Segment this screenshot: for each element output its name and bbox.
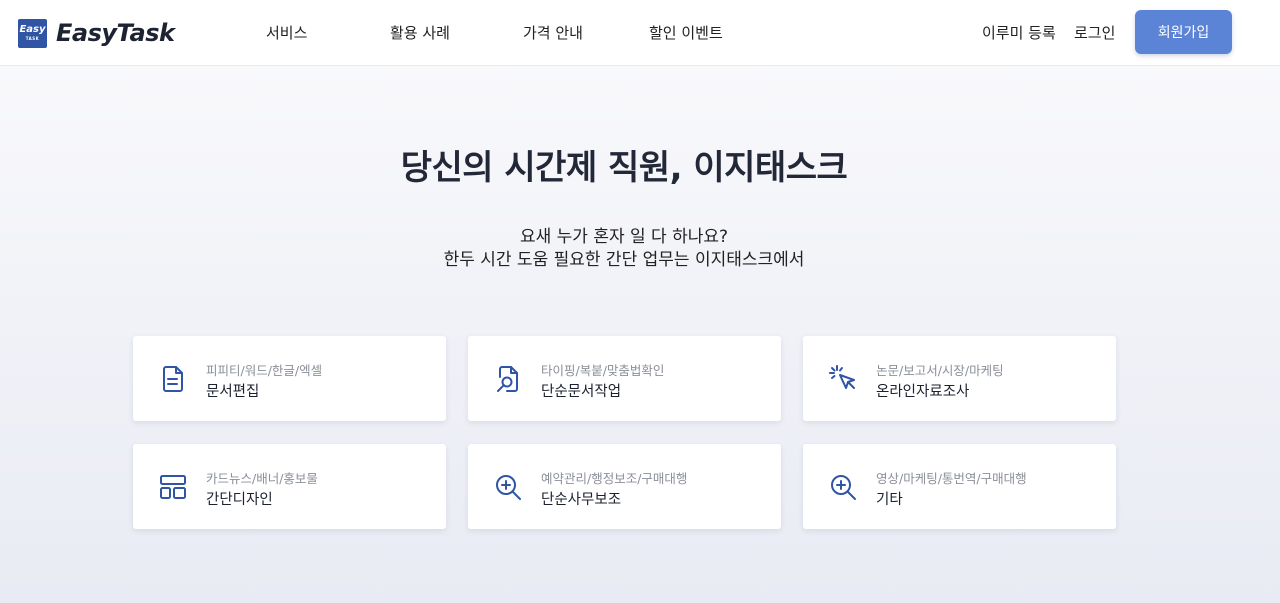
nav-item-pricing[interactable]: 가격 안내 [523, 22, 583, 43]
register-irumi-link[interactable]: 이루미 등록 [982, 22, 1056, 43]
service-card-sub: 피피티/워드/한글/엑셀 [206, 363, 323, 378]
layout-icon [157, 471, 189, 503]
hero-title: 당신의 시간제 직원, 이지태스크 [400, 148, 848, 188]
nav-item-use-cases[interactable]: 활용 사례 [390, 22, 450, 43]
service-card-sub: 타이핑/복붙/맞춤법확인 [541, 363, 665, 378]
service-card-label: 단순사무보조 [541, 492, 622, 508]
service-card-simple-document[interactable]: 타이핑/복붙/맞춤법확인 단순문서작업 [468, 336, 781, 421]
service-card-etc[interactable]: 영상/마케팅/통번역/구매대행 기타 [803, 444, 1116, 529]
brand-logo[interactable]: Easy TASK EasyTask [18, 18, 175, 48]
logo-badge-text: Easy [19, 24, 46, 35]
service-card-label: 문서편집 [206, 384, 260, 400]
login-link[interactable]: 로그인 [1074, 22, 1115, 43]
document-icon [157, 363, 189, 395]
service-card-office-assistant[interactable]: 예약관리/행정보조/구매대행 단순사무보조 [468, 444, 781, 529]
nav-item-discount-event[interactable]: 할인 이벤트 [649, 22, 723, 43]
service-card-online-research[interactable]: 논문/보고서/시장/마케팅 온라인자료조사 [803, 336, 1116, 421]
brand-name: EasyTask [56, 19, 175, 47]
logo-badge: Easy TASK [18, 18, 47, 48]
service-card-label: 단순문서작업 [541, 384, 622, 400]
hero-subtitle-line1: 요새 누가 혼자 일 다 하나요? [519, 227, 729, 247]
service-card-label: 간단디자인 [206, 492, 273, 508]
service-card-sub: 논문/보고서/시장/마케팅 [876, 363, 1004, 378]
nav-item-services[interactable]: 서비스 [266, 22, 307, 43]
cursor-click-icon [827, 363, 859, 395]
service-card-sub: 영상/마케팅/통번역/구매대행 [876, 471, 1027, 486]
service-card-label: 온라인자료조사 [876, 384, 970, 400]
service-card-sub: 예약관리/행정보조/구매대행 [541, 471, 688, 486]
signup-button[interactable]: 회원가입 [1135, 10, 1232, 54]
service-card-document-editing[interactable]: 피피티/워드/한글/엑셀 문서편집 [133, 336, 446, 421]
file-search-icon [492, 363, 524, 395]
zoom-in-icon [827, 471, 859, 503]
top-navbar: Easy TASK EasyTask 서비스 활용 사례 가격 안내 할인 이벤… [0, 0, 1280, 66]
service-card-simple-design[interactable]: 카드뉴스/배너/홍보물 간단디자인 [133, 444, 446, 529]
logo-badge-subtext: TASK [25, 36, 40, 41]
service-card-label: 기타 [876, 492, 903, 508]
hero-subtitle-line2: 한두 시간 도움 필요한 간단 업무는 이지태스크에서 [443, 250, 805, 270]
service-card-sub: 카드뉴스/배너/홍보물 [206, 471, 318, 486]
zoom-in-icon [492, 471, 524, 503]
